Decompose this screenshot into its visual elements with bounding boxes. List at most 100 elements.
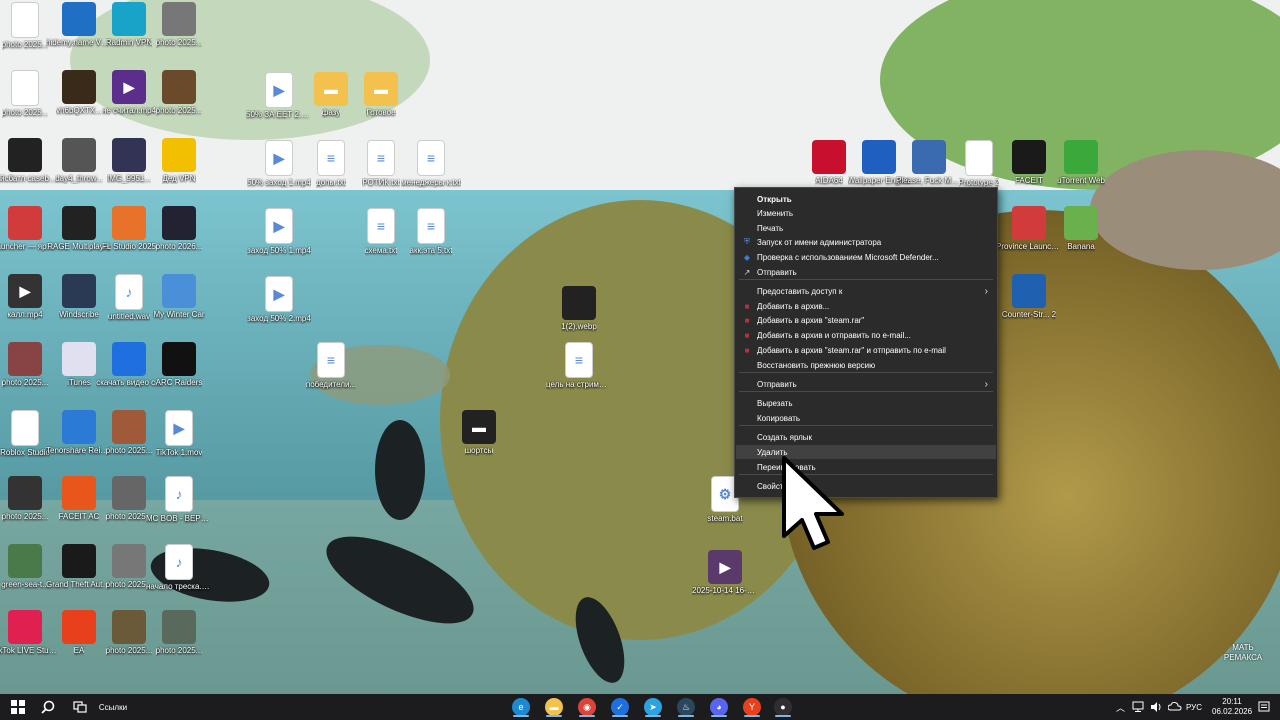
desktop-icon[interactable]: ▶ TikTok 1.mov	[146, 410, 212, 474]
taskbar-app-button[interactable]: ●	[772, 697, 794, 717]
text-file-icon: ≡	[367, 140, 395, 176]
taskbar-app-button[interactable]: e	[510, 697, 532, 717]
menu-item[interactable]: Свойства	[736, 479, 996, 493]
menu-item[interactable]: ■ Добавить в архив "steam.rar"	[736, 313, 996, 327]
links-toolbar[interactable]: Ссылки	[96, 697, 130, 717]
audio-icon: ♪	[165, 476, 193, 512]
menu-item[interactable]: ■ Добавить в архив "steam.rar" и отправит…	[736, 343, 996, 357]
menu-item-label: Открыть	[757, 194, 792, 204]
desktop-icon[interactable]: ≡ акк.эта 5.txt	[398, 208, 464, 272]
menu-separator	[739, 372, 993, 373]
audio-icon: ♪	[165, 544, 193, 580]
menu-item[interactable]: ⛨ Запуск от имени администратора	[736, 235, 996, 249]
desktop-icon[interactable]: photo 2025...	[146, 70, 212, 134]
menu-item-label: Добавить в архив...	[757, 301, 830, 311]
menu-item[interactable]: ◆ Проверка с использованием Microsoft Def…	[736, 250, 996, 264]
text-file-icon: ≡	[367, 208, 395, 244]
menu-item[interactable]: Копировать	[736, 411, 996, 425]
desktop-icon-label: победители...	[305, 380, 357, 389]
winrar-icon: ■	[744, 301, 750, 311]
menu-item[interactable]: Открыть	[736, 192, 996, 206]
desktop-icon-label: photo 2026...	[155, 242, 203, 251]
task-view-icon	[73, 701, 87, 713]
yandex-browser-icon: Y	[743, 698, 761, 716]
system-tray: ︿ РУС 20:11 06.02.2026	[1112, 694, 1278, 720]
start-button[interactable]	[8, 697, 28, 717]
taskbar-app-button[interactable]: ◉	[576, 697, 598, 717]
gta-icon	[62, 544, 96, 578]
desktop-icon[interactable]: ♪ MC BOB - ВЕРНУЛС...	[146, 476, 212, 540]
search-button[interactable]	[38, 697, 58, 717]
desktop-icon[interactable]: ▶ заход 50% 1.mp4	[246, 208, 312, 272]
discord-icon: ◕	[710, 698, 728, 716]
checkmark-app-icon: ✓	[611, 698, 629, 716]
menu-item[interactable]: Удалить	[736, 445, 996, 459]
taskbar-app-button[interactable]: Y	[741, 697, 763, 717]
volume-icon[interactable]	[1150, 701, 1162, 713]
mouse-cursor	[782, 456, 844, 550]
context-menu: Открыть Изменить Печать ⛨ Запуск от имени ад…	[734, 187, 998, 498]
desktop-icon-label: менеджеры к.txt	[401, 178, 461, 187]
desktop-icon[interactable]: photo 2025...	[146, 2, 212, 66]
desktop-icon[interactable]: ♪ начало треска.mp3	[146, 544, 212, 608]
taskbar-app-button[interactable]: ✓	[609, 697, 631, 717]
menu-item[interactable]: Отправить ›	[736, 377, 996, 391]
desktop-icon[interactable]: Banana	[1048, 206, 1114, 270]
menu-item[interactable]: ■ Добавить в архив и отправить по e-mail.…	[736, 328, 996, 342]
onedrive-icon[interactable]	[1168, 702, 1182, 711]
language-indicator[interactable]: РУС	[1186, 703, 1202, 712]
desktop-icon[interactable]: photo 2025...	[146, 610, 212, 674]
desktop-icon-label: 2025-10-14 16-17-50.mkv	[692, 586, 758, 595]
desktop-icon-label: Дед VPN	[162, 174, 196, 183]
desktop-icon[interactable]: photo 2026...	[146, 206, 212, 270]
menu-item-label: Вырезать	[757, 398, 793, 408]
show-hidden-icons-button[interactable]: ︿	[1116, 701, 1125, 714]
desktop-icon[interactable]: uTorrent Web	[1048, 140, 1114, 204]
desktop-icon[interactable]: 1(2).webp	[546, 286, 612, 350]
desktop-icon-label: IMG_9951...	[106, 174, 152, 183]
menu-item[interactable]: ■ Добавить в архив...	[736, 299, 996, 313]
menu-item[interactable]: Предоставить доступ к ›	[736, 284, 996, 298]
banana-icon	[1064, 206, 1098, 240]
desktop-icon-label: photo 2025...	[1, 108, 49, 117]
desktop-icon[interactable]: ≡ менеджеры к.txt	[398, 140, 464, 204]
desktop-icon[interactable]: ARC Raiders	[146, 342, 212, 406]
menu-item-label: Добавить в архив и отправить по e-mail..…	[757, 330, 911, 340]
task-view-button[interactable]	[70, 697, 90, 717]
desktop-icon[interactable]: ▶ заход 50% 2.mp4	[246, 276, 312, 340]
desktop-icon[interactable]: ▬ шортсы	[446, 410, 512, 474]
menu-item-label: Отправить	[757, 267, 797, 277]
menu-item-label: Копировать	[757, 413, 801, 423]
desktop-icon-label: Counter-Str... 2	[1001, 310, 1057, 319]
network-icon[interactable]	[1132, 701, 1144, 712]
menu-item[interactable]: Создать ярлык	[736, 430, 996, 444]
desktop-icon[interactable]: ≡цель на стримы та...	[546, 342, 612, 406]
desktop-icon[interactable]: Counter-Str... 2	[996, 274, 1062, 338]
desktop-icon-label: photo 2025...	[1, 40, 49, 49]
clock[interactable]: 20:11 06.02.2026	[1212, 697, 1252, 717]
image-icon	[112, 410, 146, 444]
taskbar-app-button[interactable]: ➤	[642, 697, 664, 717]
steam-icon: ♨	[677, 698, 695, 716]
shield-icon: ⛨	[744, 237, 750, 246]
menu-item[interactable]: Переименовать	[736, 460, 996, 474]
menu-item[interactable]: Вырезать	[736, 396, 996, 410]
desktop-icon[interactable]: Дед VPN	[146, 138, 212, 202]
taskbar-app-button[interactable]: ▬	[543, 697, 565, 717]
desktop-icon-label: схема.txt	[364, 246, 398, 255]
menu-item[interactable]: ↗ Отправить	[736, 265, 996, 279]
desktop-icon[interactable]: ▶ 2025-10-14 16-17-50.mkv	[692, 550, 758, 614]
desktop-icon[interactable]: ≡ победители...	[298, 342, 364, 406]
ded-vpn-icon	[162, 138, 196, 172]
menu-item[interactable]: Печать	[736, 221, 996, 235]
download-icon	[112, 342, 146, 376]
desktop-icon[interactable]: ▬ Готовое	[348, 72, 414, 136]
notification-icon[interactable]	[1258, 701, 1270, 713]
taskbar-app-button[interactable]: ♨	[675, 697, 697, 717]
text-file-icon: ≡	[317, 140, 345, 176]
desktop-icon[interactable]: My Winter Car	[146, 274, 212, 338]
desktop-icon-label: FACEIT AC	[58, 512, 100, 521]
taskbar-app-button[interactable]: ◕	[708, 697, 730, 717]
menu-item[interactable]: Изменить	[736, 206, 996, 220]
menu-item[interactable]: Восстановить прежнюю версию	[736, 358, 996, 372]
